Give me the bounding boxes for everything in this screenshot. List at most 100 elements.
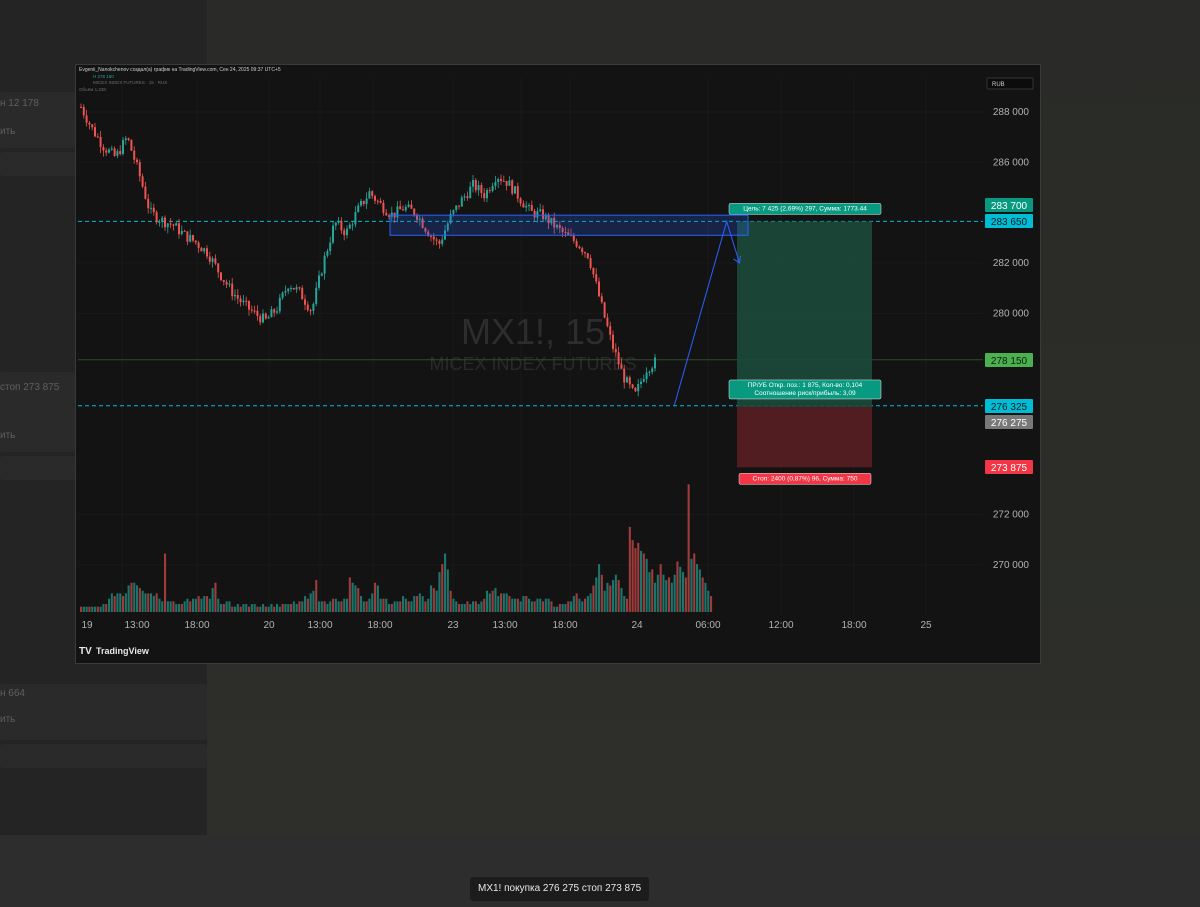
candle-body	[147, 198, 150, 209]
candle-body	[589, 258, 592, 268]
candle-body	[598, 281, 600, 297]
volume-bar	[105, 604, 108, 612]
volume-bar	[631, 540, 634, 612]
volume-bar	[320, 601, 323, 612]
volume-bar	[553, 606, 556, 612]
volume-bar	[211, 588, 214, 612]
candle-body	[511, 180, 514, 194]
candle-body	[278, 297, 281, 312]
currency-label: RUB	[992, 82, 1005, 88]
volume-bar	[676, 561, 679, 612]
volume-bar	[645, 558, 648, 612]
candle-body	[175, 223, 178, 226]
tradingview-logo[interactable]: TV TradingView	[79, 646, 150, 657]
volume-bar	[214, 582, 217, 612]
volume-bar	[186, 598, 189, 612]
candle-body	[368, 191, 371, 199]
volume-bar	[329, 601, 332, 612]
candle-body	[508, 180, 511, 186]
chart-svg[interactable]: MX1!, 15 MICEX INDEX FUTURES Цель: 7 425…	[75, 64, 1041, 664]
volume-bar	[673, 574, 676, 612]
candle-body	[113, 148, 116, 156]
volume-bar	[379, 598, 382, 612]
candle-body	[334, 222, 337, 226]
candle-body	[304, 299, 306, 305]
volume-bar	[444, 553, 447, 612]
candle-body	[460, 197, 463, 207]
volume-bar	[701, 577, 704, 612]
volume-bar	[424, 601, 427, 612]
candle-body	[281, 292, 284, 298]
candle-body	[91, 124, 94, 128]
candle-body	[102, 147, 105, 151]
ghost-order-card-3b	[0, 744, 207, 768]
volume-bar	[169, 601, 172, 612]
volume-bar	[402, 596, 405, 612]
volume-bar	[533, 601, 536, 612]
volume-bar	[525, 596, 528, 612]
candle-body	[220, 272, 222, 281]
candle-body	[225, 281, 228, 285]
volume-bar	[620, 588, 623, 612]
target-label[interactable]: Цель: 7 425 (2,69%) 297, Сумма: 1773.44	[728, 203, 882, 215]
candle-body	[152, 207, 155, 213]
zone-rect[interactable]	[389, 214, 749, 236]
volume-bar	[486, 590, 489, 612]
volume-bar	[614, 574, 617, 612]
volume-bar	[466, 601, 469, 612]
volume-bar	[136, 585, 139, 612]
volume-bar	[284, 604, 287, 612]
volume-bar	[698, 569, 701, 612]
candle-body	[483, 193, 486, 199]
candle-body	[407, 204, 410, 207]
volume-bar	[374, 582, 377, 612]
volume-bar	[127, 585, 130, 612]
volume-bar	[206, 596, 209, 612]
candle-body	[329, 242, 332, 252]
volume-bar	[586, 596, 589, 612]
candle-body	[472, 179, 474, 187]
volume-bar	[326, 604, 329, 612]
candle-body	[270, 309, 273, 318]
candle-body	[592, 267, 595, 275]
volume-bar	[362, 601, 365, 612]
volume-bar	[654, 582, 657, 612]
candle-body	[603, 302, 606, 318]
volume-bar	[110, 593, 113, 612]
candle-body	[138, 162, 141, 177]
candle-body	[96, 136, 99, 138]
candle-body	[572, 235, 575, 242]
candle-body	[430, 236, 432, 238]
candle-body	[214, 258, 217, 264]
candle-body	[242, 300, 245, 303]
entry-label[interactable]: ПР/УБ Откр. поз.: 1 875, Кол-во: 0,104Со…	[728, 379, 882, 400]
long-position-tool[interactable]: Цель: 7 425 (2,69%) 297, Сумма: 1773.44 П…	[728, 203, 882, 485]
candle-body	[82, 107, 85, 116]
profit-zone[interactable]	[737, 221, 872, 407]
stop-label[interactable]: Стоп: 2400 (0,87%) 96, Сумма: 750	[738, 473, 872, 485]
volume-bar	[421, 596, 424, 612]
volume-bar	[696, 564, 699, 612]
candle-body	[494, 182, 497, 186]
loss-zone[interactable]	[737, 406, 872, 468]
volume-bar	[659, 564, 662, 612]
chart-screenshot[interactable]: MX1!, 15 MICEX INDEX FUTURES Цель: 7 425…	[75, 64, 1041, 664]
volume-bar	[584, 598, 587, 612]
candle-body	[637, 384, 640, 392]
candle-body	[150, 207, 152, 209]
volume-bar	[413, 596, 416, 612]
volume-bar	[684, 577, 687, 612]
volume-bar	[253, 604, 256, 612]
volume-bar	[416, 596, 419, 612]
volume-bar	[690, 558, 693, 612]
candle-body	[539, 209, 542, 212]
candle-body	[239, 298, 242, 303]
image-caption: MX1! покупка 276 275 стоп 273 875	[470, 877, 650, 901]
candle-body	[584, 252, 586, 254]
volume-bar	[687, 484, 690, 612]
resistance-zone[interactable]	[389, 214, 749, 236]
candle-body	[217, 263, 220, 273]
y-tick-label: 288 000	[993, 107, 1030, 118]
volume-bar	[396, 601, 399, 612]
candle-body	[402, 209, 404, 211]
